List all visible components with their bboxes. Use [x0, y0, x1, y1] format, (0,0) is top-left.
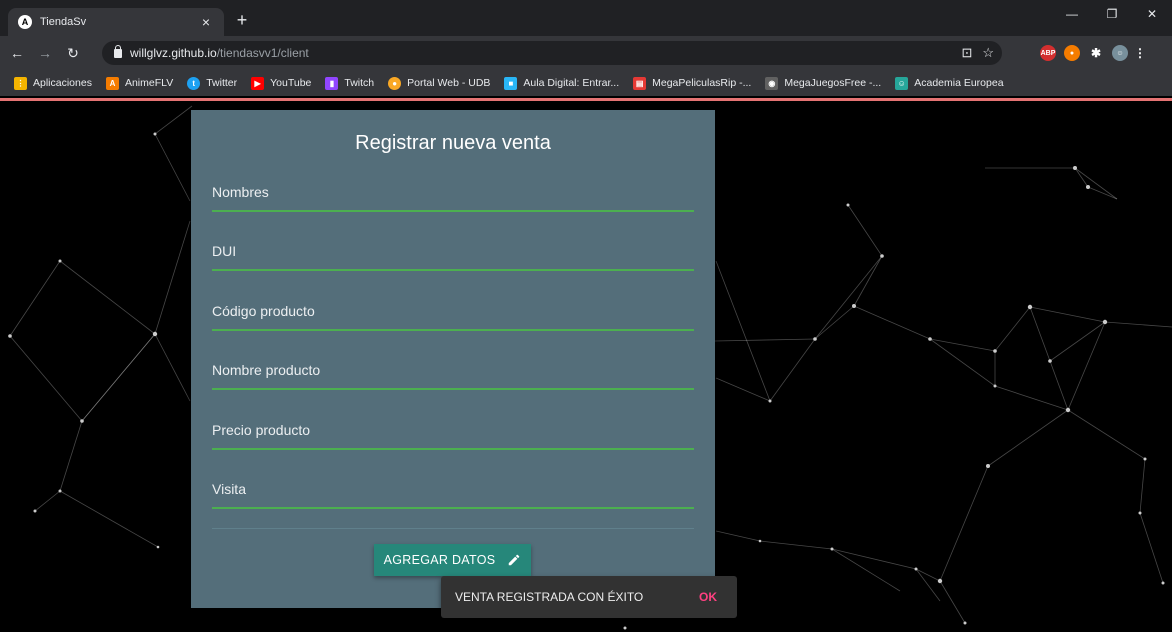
bookmark-portal-udb[interactable]: ● Portal Web - UDB	[388, 76, 490, 90]
url-path: /tiendasvv1/client	[216, 46, 309, 60]
close-window-icon[interactable]: ✕	[1132, 0, 1172, 28]
browser-window: A TiendaSv × + — ❐ ✕ ← → ↻ willglvz.gith…	[0, 0, 1172, 632]
academia-icon: ☺	[895, 76, 909, 90]
browser-toolbar: ← → ↻ willglvz.github.io /tiendasvv1/cli…	[0, 36, 1172, 70]
extensions-area: ABP ● ✱ ☺ ⋮	[1040, 45, 1146, 61]
snackbar-ok-button[interactable]: OK	[699, 590, 717, 604]
aula-icon: ■	[504, 76, 518, 90]
bookmark-aplicaciones[interactable]: ⋮ Aplicaciones	[14, 76, 92, 90]
form-divider	[212, 528, 694, 529]
bookmark-aula-digital[interactable]: ■ Aula Digital: Entrar...	[504, 76, 619, 90]
bookmark-twitch[interactable]: ▮ Twitch	[325, 76, 374, 90]
gamepad-icon: ◉	[765, 76, 779, 90]
bookmark-youtube[interactable]: ▶ YouTube	[251, 76, 311, 90]
twitter-icon: t	[187, 76, 201, 90]
nombres-field[interactable]: Nombres	[212, 172, 694, 212]
tab-strip: A TiendaSv × + — ❐ ✕	[0, 0, 1172, 36]
close-tab-icon[interactable]: ×	[198, 14, 214, 30]
snackbar-message: VENTA REGISTRADA CON ÉXITO	[455, 590, 644, 604]
nombre-producto-field[interactable]: Nombre producto	[212, 350, 694, 390]
puzzle-extensions-icon[interactable]: ✱	[1088, 45, 1104, 61]
udb-icon: ●	[388, 76, 402, 90]
codigo-producto-field[interactable]: Código producto	[212, 291, 694, 331]
success-snackbar: VENTA REGISTRADA CON ÉXITO OK	[441, 576, 737, 618]
adblock-plus-icon[interactable]: ABP	[1040, 45, 1056, 61]
nombre-producto-label: Nombre producto	[212, 362, 321, 378]
bookmark-animeflv[interactable]: A AnimeFLV	[105, 76, 173, 90]
precio-producto-label: Precio producto	[212, 422, 311, 438]
twitch-icon: ▮	[325, 76, 339, 90]
dui-label: DUI	[212, 243, 237, 259]
agregar-datos-button[interactable]: AGREGAR DATOS	[374, 544, 531, 576]
back-icon[interactable]: ←	[6, 42, 28, 64]
clapper-icon: ▤	[633, 76, 647, 90]
bookmark-star-icon[interactable]: ☆	[982, 45, 994, 61]
bookmark-academia-europea[interactable]: ☺ Academia Europea	[895, 76, 1004, 90]
lock-icon	[114, 44, 122, 58]
menu-kebab-icon[interactable]: ⋮	[1134, 45, 1146, 61]
codigo-producto-label: Código producto	[212, 303, 315, 319]
bookmark-twitter[interactable]: t Twitter	[187, 76, 237, 90]
new-tab-button[interactable]: +	[232, 10, 252, 30]
visita-label: Visita	[212, 481, 246, 497]
apps-grid-icon: ⋮	[14, 76, 27, 90]
nombres-label: Nombres	[212, 184, 269, 200]
animeflv-icon: A	[105, 76, 119, 90]
new-sale-form-card: Registrar nueva venta Nombres DUI Código…	[191, 110, 715, 608]
forward-icon[interactable]: →	[34, 42, 56, 64]
agregar-datos-label: AGREGAR DATOS	[383, 553, 496, 567]
tab-tiendasv[interactable]: A TiendaSv ×	[8, 8, 224, 36]
precio-producto-field[interactable]: Precio producto	[212, 410, 694, 450]
restore-icon[interactable]: ❐	[1092, 0, 1132, 28]
minimize-icon[interactable]: —	[1052, 0, 1092, 28]
url-host: willglvz.github.io	[130, 46, 217, 60]
youtube-icon: ▶	[251, 76, 265, 90]
translate-icon[interactable]: ⊡	[961, 45, 972, 61]
bookmark-megajuegos[interactable]: ◉ MegaJuegosFree -...	[765, 76, 881, 90]
extension-orange-icon[interactable]: ●	[1064, 45, 1080, 61]
form-title: Registrar nueva venta	[355, 132, 551, 154]
page-content: Registrar nueva venta Nombres DUI Código…	[0, 101, 1172, 632]
dui-field[interactable]: DUI	[212, 231, 694, 271]
bookmark-megapeliculas[interactable]: ▤ MegaPeliculasRip -...	[633, 76, 751, 90]
tab-title: TiendaSv	[40, 16, 87, 28]
angular-favicon-icon: A	[18, 15, 32, 29]
bookmarks-bar: ⋮ Aplicaciones A AnimeFLV t Twitter ▶ YouTub…	[0, 70, 1172, 96]
reload-icon[interactable]: ↻	[62, 42, 84, 64]
pencil-icon	[509, 554, 520, 566]
visita-field[interactable]: Visita	[212, 469, 694, 509]
window-controls: — ❐ ✕	[1052, 0, 1172, 28]
address-bar[interactable]: willglvz.github.io /tiendasvv1/client ⊡ …	[102, 41, 1002, 65]
profile-avatar-icon[interactable]: ☺	[1112, 45, 1128, 61]
